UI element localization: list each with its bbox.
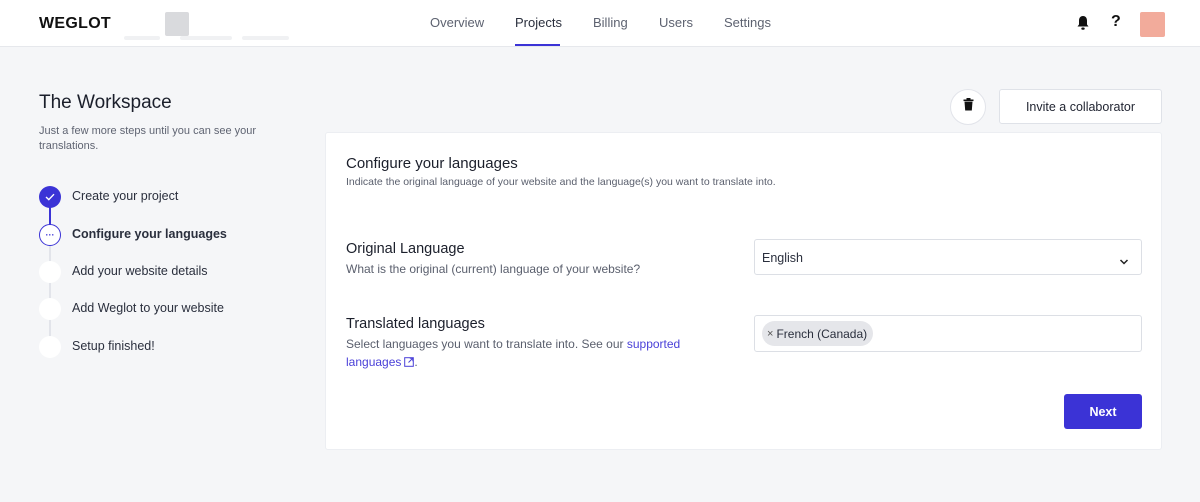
trash-icon [963,98,974,116]
stepper-progress [49,206,51,226]
step-label: Setup finished! [72,339,155,353]
next-button[interactable]: Next [1064,394,1142,429]
ellipsis-icon: ··· [39,224,61,246]
page-title: The Workspace [39,92,172,113]
check-icon [39,186,61,208]
supported-languages-link-cont[interactable]: languages [346,355,401,369]
step-label: Add your website details [72,264,208,278]
step-website-details: Add your website details [39,261,279,283]
configure-languages-card: Configure your languages Indicate the or… [325,132,1162,450]
step-dot [39,298,61,320]
external-link-icon[interactable] [404,354,415,367]
invite-collaborator-button[interactable]: Invite a collaborator [999,89,1162,124]
step-configure-languages: ··· Configure your languages [39,224,279,246]
language-chip: × French (Canada) [762,321,874,346]
original-language-title: Original Language [346,241,465,257]
help-icon[interactable]: ? [1111,13,1121,31]
step-label: Add Weglot to your website [72,301,224,315]
avatar[interactable] [1140,12,1165,37]
description-suffix: . [414,355,418,369]
chevron-down-icon [1119,253,1129,265]
selected-language: English [762,251,803,265]
translated-languages-title: Translated languages [346,316,485,332]
nav-billing[interactable]: Billing [593,15,628,30]
step-setup-finished: Setup finished! [39,336,279,358]
translated-languages-description: Select languages you want to translate i… [346,335,716,371]
step-add-weglot: Add Weglot to your website [39,298,279,320]
remove-chip-button[interactable]: × [767,328,773,340]
bell-icon[interactable] [1076,15,1090,31]
project-switcher-placeholder [124,36,289,40]
step-label: Create your project [72,189,179,203]
supported-languages-link[interactable]: supported [627,337,680,351]
nav-projects[interactable]: Projects [515,15,562,30]
page-subtitle: Just a few more steps until you can see … [39,125,257,152]
nav-users[interactable]: Users [659,15,693,30]
nav-overview[interactable]: Overview [430,15,484,30]
nav-settings[interactable]: Settings [724,15,771,30]
card-title: Configure your languages [346,155,518,172]
card-subtitle: Indicate the original language of your w… [346,176,776,188]
original-language-description: What is the original (current) language … [346,262,641,276]
translated-languages-input[interactable]: × French (Canada) [754,315,1142,352]
top-navigation-bar: WEGLOT Overview Projects Billing Users S… [0,0,1200,47]
step-create-project: Create your project [39,186,279,208]
project-thumbnail[interactable] [165,12,189,36]
description-text: Select languages you want to translate i… [346,337,627,351]
chip-label: French (Canada) [776,326,868,341]
original-language-select[interactable]: English [754,239,1142,275]
delete-project-button[interactable] [950,89,986,125]
step-dot [39,261,61,283]
step-dot [39,336,61,358]
weglot-logo[interactable]: WEGLOT [39,15,111,33]
active-tab-indicator [515,44,560,46]
step-label: Configure your languages [72,227,227,241]
